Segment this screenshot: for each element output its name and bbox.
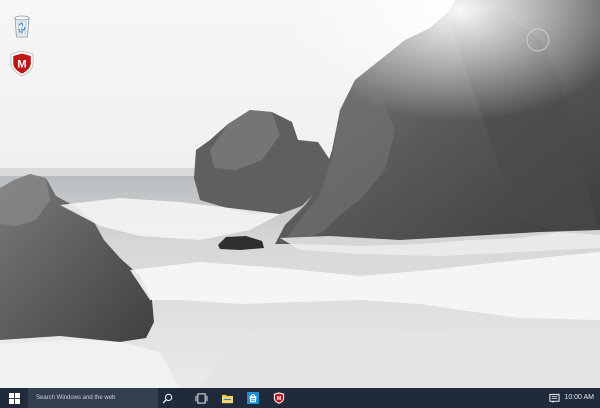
- action-center-icon: [548, 393, 560, 403]
- mcafee-icon: M: [273, 392, 285, 404]
- wallpaper: [0, 0, 600, 388]
- taskbar-clock[interactable]: 10:00 AM: [564, 388, 594, 408]
- mcafee-glyph: M: [17, 59, 26, 71]
- task-view-icon: [195, 392, 207, 404]
- store-button[interactable]: [240, 388, 266, 408]
- store-icon: [247, 392, 259, 404]
- taskbar: Search Windows and the web M 10:00 AM: [0, 388, 600, 408]
- start-button[interactable]: [0, 388, 28, 408]
- search-placeholder: Search Windows and the web: [36, 395, 116, 401]
- mcafee-taskbar-glyph: M: [277, 396, 281, 402]
- recycle-bin-icon[interactable]: [8, 12, 36, 40]
- notifications-button[interactable]: [545, 388, 563, 408]
- desktop: M Search Windows and the web M 10:00 AM: [0, 0, 600, 408]
- file-explorer-button[interactable]: [214, 388, 240, 408]
- task-view-button[interactable]: [188, 388, 214, 408]
- search-icon[interactable]: [158, 388, 176, 408]
- mcafee-icon[interactable]: M: [8, 49, 36, 77]
- mcafee-taskbar-button[interactable]: M: [266, 388, 292, 408]
- file-explorer-icon: [221, 394, 233, 403]
- search-box[interactable]: Search Windows and the web: [28, 388, 158, 408]
- windows-logo-icon: [8, 392, 20, 404]
